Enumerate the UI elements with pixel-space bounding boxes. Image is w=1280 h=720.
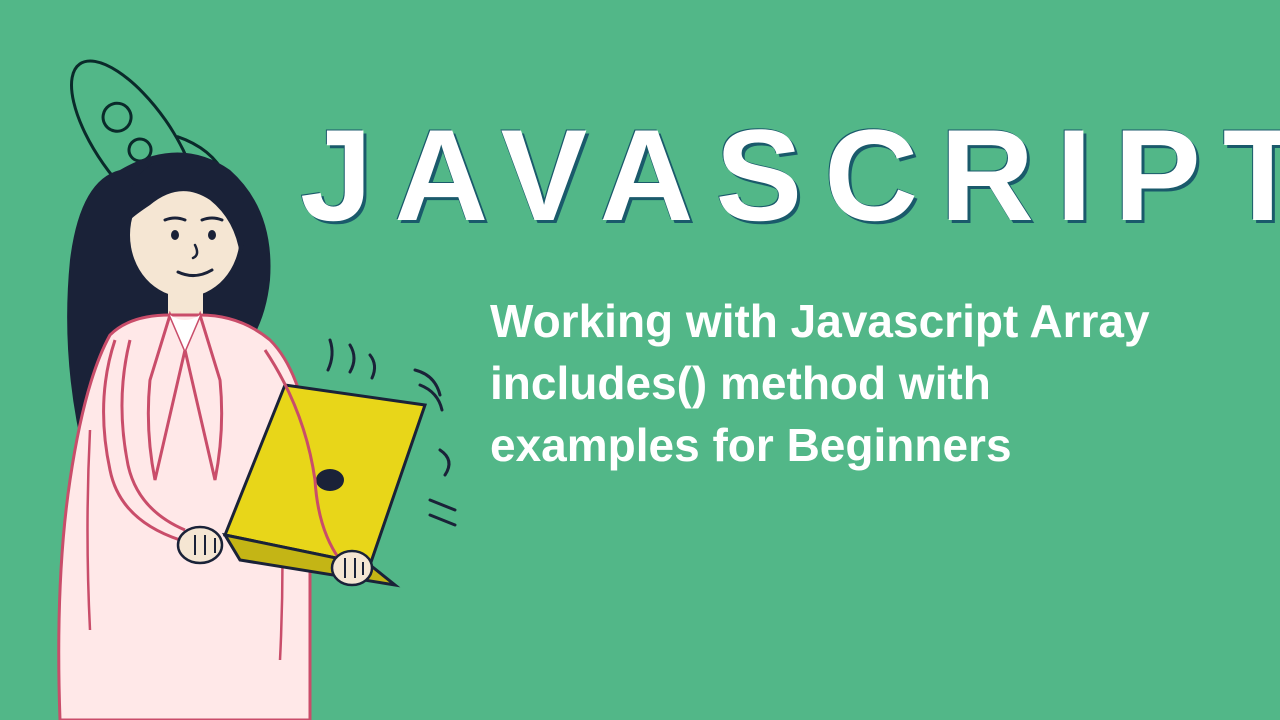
- subtitle-text: Working with Javascript Array includes()…: [490, 290, 1210, 476]
- main-title: JAVASCRIPT: [300, 100, 1280, 250]
